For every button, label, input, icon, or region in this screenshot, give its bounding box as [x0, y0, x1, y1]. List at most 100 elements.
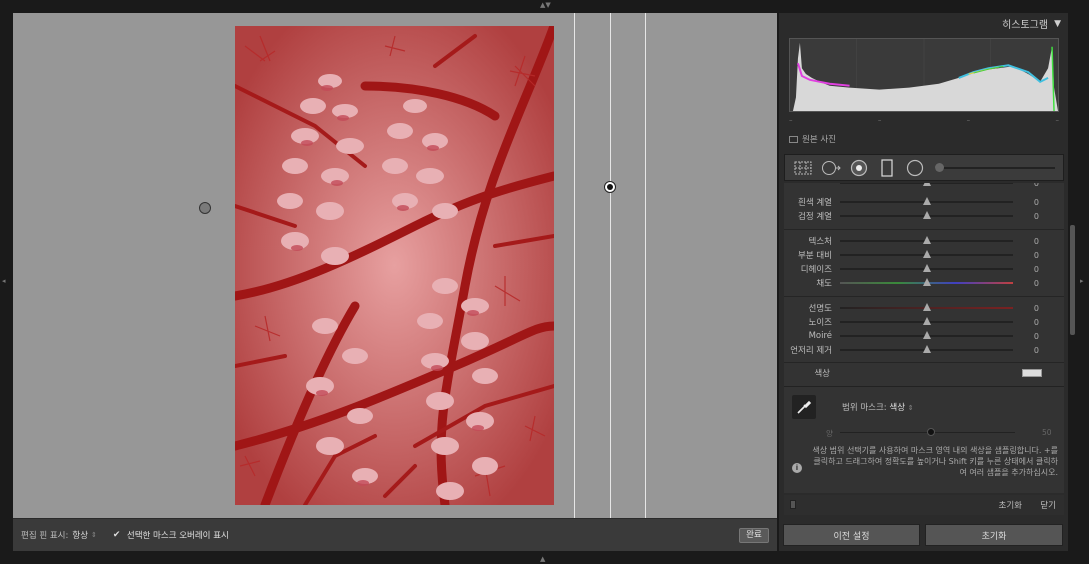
photo-canvas[interactable]	[13, 13, 777, 518]
slider-dehaze[interactable]: 디헤이즈 0	[784, 262, 1064, 276]
slider-sharpness[interactable]: 선명도 0	[784, 301, 1064, 315]
gradient-guide-line-center[interactable]	[610, 13, 611, 518]
slider-track[interactable]	[840, 345, 1013, 353]
slider-value[interactable]: 0	[1013, 198, 1043, 207]
panel-scrollbar[interactable]	[1070, 225, 1075, 335]
divider	[784, 229, 1064, 230]
tool-strip	[784, 154, 1064, 181]
slider-defringe[interactable]: 언저리 제거 0	[784, 343, 1064, 357]
slider-thumb[interactable]	[923, 236, 931, 244]
slider-thumb[interactable]	[923, 211, 931, 219]
slider-value[interactable]: 0	[1013, 265, 1043, 274]
slider-whites[interactable]: 흰색 계열 0	[784, 195, 1064, 209]
canvas-toolbar: 편집 핀 표시: 항상 ⇕ ✔ 선택한 마스크 오버레이 표시 완료	[13, 518, 777, 551]
overlay-checkbox[interactable]: ✔	[113, 530, 122, 540]
slider-value[interactable]: 0	[1013, 304, 1043, 313]
slider-track[interactable]	[840, 250, 1013, 258]
original-photo-toggle[interactable]: 원본 사진	[789, 132, 836, 146]
reset-button[interactable]: 초기화	[925, 524, 1063, 546]
slider-value[interactable]: 0	[1013, 318, 1043, 327]
eyedropper-icon[interactable]	[792, 395, 816, 419]
slider-value[interactable]: 0	[1013, 332, 1043, 341]
slider-moire[interactable]: Moiré 0	[784, 329, 1064, 343]
flower-photo-image	[235, 26, 554, 505]
slider-track[interactable]	[840, 197, 1013, 205]
range-mask-info-text: 색상 범위 선택기를 사용하여 마스크 영역 내의 색상을 샘플링합니다. +를…	[812, 446, 1058, 477]
graduated-filter-tool-icon[interactable]	[877, 158, 897, 178]
slider-thumb[interactable]	[923, 264, 931, 272]
stat-aperture: –	[966, 116, 971, 124]
histogram-graph[interactable]	[789, 38, 1059, 112]
slider-label: 언저리 제거	[790, 346, 832, 356]
slider-thumb[interactable]	[923, 331, 931, 339]
left-edge-arrow-icon[interactable]: ◂	[2, 278, 6, 285]
info-icon: i	[792, 463, 802, 473]
slider-row-partial: 0	[784, 183, 1064, 190]
color-swatch[interactable]	[1022, 369, 1042, 377]
slider-thumb[interactable]	[923, 317, 931, 325]
slider-value[interactable]: 0	[1013, 237, 1043, 246]
slider-label: 흰색 계열	[798, 198, 832, 208]
slider-thumb[interactable]	[923, 250, 931, 258]
panel-toggle-switch[interactable]	[790, 500, 796, 509]
done-button[interactable]: 완료	[739, 528, 769, 543]
brush-slider[interactable]	[935, 163, 1055, 172]
mask-reset-row: 초기화 닫기	[784, 495, 1064, 515]
previous-settings-button[interactable]: 이전 설정	[783, 524, 920, 546]
grid-tool-icon[interactable]	[793, 158, 813, 178]
slider-noise[interactable]: 노이즈 0	[784, 315, 1064, 329]
overlay-checkbox-label[interactable]: 선택한 마스크 오버레이 표시	[127, 529, 229, 541]
color-row: 색상	[784, 365, 1064, 381]
slider-clarity[interactable]: 부분 대비 0	[784, 248, 1064, 262]
slider-thumb[interactable]	[923, 197, 931, 205]
radial-filter-tool-icon[interactable]	[905, 158, 925, 178]
stat-shutter: –	[1055, 116, 1059, 124]
slider-value[interactable]: 0	[1013, 279, 1043, 288]
range-mask-value[interactable]: 색상	[889, 403, 905, 413]
amount-max-label: 50	[1042, 428, 1052, 437]
photo-with-mask-overlay[interactable]	[235, 26, 554, 505]
gradient-guide-line-left[interactable]	[574, 13, 575, 518]
bottom-edge-arrow-icon[interactable]: ▲	[540, 556, 545, 563]
adjustment-sliders: 0 흰색 계열 0 검정 계열 0 텍스처 0 부분 대비 0 디헤이즈 0 채…	[784, 183, 1064, 386]
range-mask-panel: 범위 마스크: 색상 ⇕ 양 50 i 색상 범위 선택기를 사용하여 마스크 …	[784, 386, 1064, 493]
spot-removal-tool-icon[interactable]	[849, 158, 869, 178]
slider-track[interactable]	[840, 278, 1013, 286]
slider-thumb[interactable]	[923, 303, 931, 311]
mask-reset-button[interactable]: 초기화	[999, 499, 1022, 511]
slider-value[interactable]: 0	[1013, 346, 1043, 355]
top-edge-arrow-icon[interactable]: ▲▼	[540, 2, 551, 9]
pin-display-select[interactable]: 항상	[72, 529, 88, 541]
slider-thumb[interactable]	[923, 345, 931, 353]
slider-track[interactable]	[840, 211, 1013, 219]
slider-blacks[interactable]: 검정 계열 0	[784, 209, 1064, 223]
crop-arrow-tool-icon[interactable]	[821, 158, 841, 178]
updown-chevron-icon[interactable]: ⇕	[91, 531, 97, 539]
slider-value[interactable]: 0	[1013, 251, 1043, 260]
slider-track[interactable]	[840, 264, 1013, 272]
edit-pin-active[interactable]	[604, 181, 616, 193]
original-photo-checkbox[interactable]	[789, 135, 798, 143]
collapse-triangle-icon[interactable]: ▼	[1054, 19, 1061, 29]
histogram-header[interactable]: 히스토그램 ▼	[779, 13, 1068, 34]
slider-label: 부분 대비	[798, 251, 832, 261]
right-edge-arrow-icon[interactable]: ▸	[1080, 278, 1084, 285]
edit-pin-inactive[interactable]	[199, 202, 211, 214]
range-mask-label: 범위 마스크:	[842, 403, 887, 413]
slider-saturation[interactable]: 채도 0	[784, 276, 1064, 290]
slider-track[interactable]	[840, 317, 1013, 325]
slider-track[interactable]	[840, 303, 1013, 311]
divider	[784, 362, 1064, 363]
gradient-guide-line-right[interactable]	[645, 13, 646, 518]
slider-track[interactable]	[840, 331, 1013, 339]
range-mask-selector[interactable]: 범위 마스크: 색상 ⇕	[842, 401, 914, 413]
stat-iso: –	[789, 116, 793, 124]
amount-slider-thumb[interactable]	[927, 428, 935, 436]
slider-value[interactable]: 0	[1013, 212, 1043, 221]
slider-track[interactable]	[840, 236, 1013, 244]
histogram-curve	[790, 39, 1058, 111]
updown-chevron-icon[interactable]: ⇕	[908, 404, 914, 412]
mask-close-button[interactable]: 닫기	[1040, 499, 1056, 511]
slider-texture[interactable]: 텍스처 0	[784, 234, 1064, 248]
slider-thumb[interactable]	[923, 278, 931, 286]
